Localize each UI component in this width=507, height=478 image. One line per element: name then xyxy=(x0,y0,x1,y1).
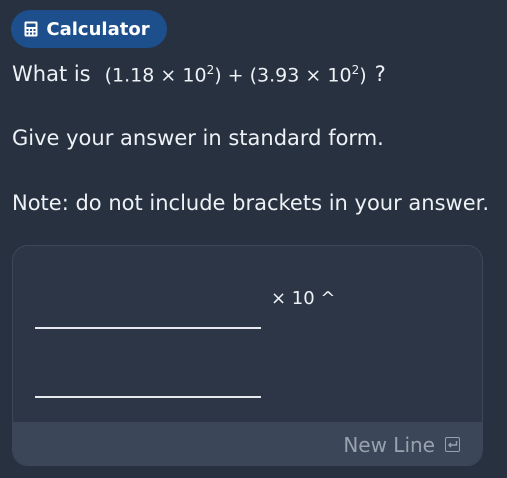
coefficient-input[interactable] xyxy=(35,327,261,329)
answer-box: × 10 ^ New Line xyxy=(12,245,483,466)
question: What is (1.18 × 102) + (3.93 × 102) ? xyxy=(12,62,386,86)
term1-coefficient: (1.18 xyxy=(104,64,155,86)
question-expression: (1.18 × 102) + (3.93 × 102) xyxy=(105,63,367,86)
new-line-label: New Line xyxy=(343,432,435,457)
calculator-button[interactable]: Calculator xyxy=(11,10,167,48)
note-text: Note: do not include brackets in your an… xyxy=(12,191,490,215)
question-prefix: What is xyxy=(12,62,91,86)
term1-base: 10 xyxy=(182,64,207,86)
term2-base: 10 xyxy=(327,64,352,86)
calculator-button-label: Calculator xyxy=(46,18,150,40)
new-line-button[interactable]: New Line xyxy=(13,422,482,465)
calculator-icon xyxy=(24,21,38,37)
term1-close-paren: ) xyxy=(214,64,222,86)
question-mark: ? xyxy=(374,62,386,86)
plus-sign: + xyxy=(227,64,244,86)
term2-times: × xyxy=(305,64,322,86)
instruction-text: Give your answer in standard form. xyxy=(12,126,384,150)
exponent-input[interactable] xyxy=(35,396,261,398)
term2-close-paren: ) xyxy=(359,64,367,86)
times-ten-power-label: × 10 ^ xyxy=(271,288,336,309)
enter-key-icon xyxy=(445,437,460,452)
term2-coefficient: (3.93 xyxy=(249,64,300,86)
term1-times: × xyxy=(160,64,177,86)
